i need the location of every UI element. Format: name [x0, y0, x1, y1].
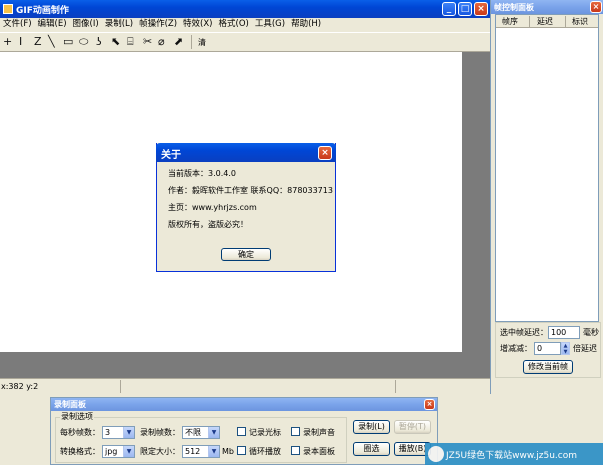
frames-select[interactable]: 不限 ▼ [182, 426, 220, 439]
watermark-logo [428, 446, 444, 462]
record-button[interactable]: 录制(L) [353, 420, 390, 434]
column-frame-index[interactable]: 帧序 [502, 16, 518, 27]
frames-label: 录制帧数： [140, 428, 180, 437]
frame-panel: 帧控制面板 × 帧序 延迟 标识 选中帧延迟： 100 毫秒 增减减： 0 ▲ ▼… [490, 0, 603, 394]
fps-select[interactable]: 3 ▼ [102, 426, 135, 439]
chevron-down-icon: ▼ [208, 446, 219, 457]
freehand-tool-icon[interactable]: Z [34, 35, 42, 49]
step-unit: 倍延迟 [573, 344, 597, 353]
main-title-bar[interactable]: GIF动画制作 _ □ × [0, 0, 490, 18]
ellipse-tool-icon[interactable]: ⬭ [79, 35, 88, 49]
menu-tools[interactable]: 工具(G) [252, 18, 288, 30]
record-panel: 录制面板 × 录制选项 每秒帧数： 3 ▼ 录制帧数： 不限 ▼ 记录光标 录制声音… [50, 397, 438, 465]
format-select[interactable]: jpg ▼ [102, 445, 135, 458]
record-cursor-checkbox[interactable] [237, 427, 246, 436]
column-mark[interactable]: 标识 [572, 16, 588, 27]
record-cursor-label: 记录光标 [249, 428, 281, 437]
polygon-tool-icon[interactable]: ʖ [96, 35, 102, 49]
menu-effects[interactable]: 特效(X) [180, 18, 215, 30]
region-select-button[interactable]: 圈选 [353, 442, 390, 456]
menu-record[interactable]: 录制(L) [102, 18, 136, 30]
menu-file[interactable]: 文件(F) [0, 18, 35, 30]
version-text: 当前版本：3.0.4.0 [168, 169, 236, 178]
column-divider [565, 16, 566, 27]
chevron-down-icon: ▼ [208, 427, 219, 438]
record-panel-title-bar[interactable]: 录制面板 × [51, 398, 437, 411]
frame-panel-title-bar[interactable]: 帧控制面板 × [491, 0, 603, 14]
step-spinner-icon[interactable]: ▲ ▼ [561, 342, 570, 355]
stamp-tool-icon[interactable]: ⌸ [127, 35, 134, 49]
record-this-panel-label: 录本面板 [303, 447, 335, 456]
delay-input[interactable]: 100 [548, 326, 580, 339]
loop-play-checkbox[interactable] [237, 446, 246, 455]
step-input[interactable]: 0 [534, 342, 561, 355]
menu-format[interactable]: 格式(O) [216, 18, 252, 30]
eraser-tool-icon[interactable]: ⌀ [158, 35, 165, 49]
frame-list-header: 帧序 延迟 标识 [496, 15, 598, 28]
rectangle-tool-icon[interactable]: ▭ [63, 35, 73, 49]
watermark: JZ5U绿色下载站www.jz5u.com [425, 443, 603, 465]
app-icon [3, 4, 13, 14]
close-icon[interactable]: × [474, 2, 488, 16]
delay-label: 选中帧延迟： [500, 328, 548, 337]
frame-panel-title: 帧控制面板 [494, 3, 534, 12]
record-panel-title: 录制面板 [54, 400, 86, 409]
pause-button[interactable]: 暂停(T) [394, 420, 431, 434]
size-unit: Mb [222, 447, 234, 456]
about-close-icon[interactable]: × [318, 146, 332, 160]
size-select[interactable]: 512 ▼ [182, 445, 220, 458]
toolbar [0, 32, 490, 52]
column-divider [529, 16, 530, 27]
chevron-down-icon: ▼ [123, 427, 134, 438]
homepage-text: 主页：www.yhrjzs.com [168, 203, 257, 212]
menu-edit[interactable]: 编辑(E) [35, 18, 70, 30]
status-coords: x:382 y:2 [1, 382, 39, 391]
author-text: 作者：毅晖软件工作室 联系QQ：878033713 [168, 186, 333, 195]
copyright-text: 版权所有，盗版必究！ [168, 220, 248, 229]
about-title: 关于 [161, 150, 181, 161]
size-label: 限定大小： [140, 447, 180, 456]
menu-frame[interactable]: 帧操作(Z) [136, 18, 180, 30]
line-tool-icon[interactable]: ╲ [48, 35, 55, 49]
record-this-panel-checkbox[interactable] [291, 446, 300, 455]
text-cursor-tool-icon[interactable]: I [19, 35, 22, 49]
ok-button[interactable]: 确定 [221, 248, 271, 261]
fps-label: 每秒帧数： [60, 428, 100, 437]
window-title: GIF动画制作 [16, 6, 69, 16]
frame-list[interactable]: 帧序 延迟 标识 [495, 14, 599, 322]
menu-image[interactable]: 图像(I) [70, 18, 102, 30]
loop-play-label: 循环播放 [249, 447, 281, 456]
maximize-icon[interactable]: □ [458, 2, 472, 16]
record-panel-close-icon[interactable]: × [424, 399, 435, 410]
about-title-bar[interactable]: 关于 × [156, 143, 336, 162]
status-divider-2 [395, 380, 396, 393]
toolbar-separator [191, 35, 192, 49]
chevron-down-icon: ▼ [123, 446, 134, 457]
record-sound-checkbox[interactable] [291, 427, 300, 436]
column-delay[interactable]: 延迟 [537, 16, 553, 27]
delay-unit: 毫秒 [583, 328, 599, 337]
menu-help[interactable]: 帮助(H) [288, 18, 324, 30]
menu-bar: 文件(F) 编辑(E) 图像(I) 录制(L) 帧操作(Z) 特效(X) 格式(O) 工具(G… [0, 18, 490, 32]
frame-panel-close-icon[interactable]: × [590, 1, 602, 13]
modify-frame-button[interactable]: 修改当前帧 [523, 360, 573, 374]
watermark-text: JZ5U绿色下载站www.jz5u.com [446, 451, 577, 461]
record-sound-label: 录制声音 [303, 428, 335, 437]
status-divider-1 [120, 380, 121, 393]
record-options-label: 录制选项 [60, 412, 94, 422]
cut-tool-icon[interactable]: ✂ [143, 35, 152, 49]
crosshair-tool-icon[interactable]: + [3, 35, 12, 49]
status-bar: x:382 y:2 [0, 378, 490, 394]
arrow-tool-icon[interactable]: ⬉ [111, 35, 120, 49]
step-label: 增减减： [500, 344, 532, 353]
picker-tool-icon[interactable]: ⬈ [174, 35, 183, 49]
minimize-icon[interactable]: _ [442, 2, 456, 16]
format-label: 转换格式： [60, 447, 100, 456]
about-dialog: 关于 × 当前版本：3.0.4.0 作者：毅晖软件工作室 联系QQ：878033… [156, 143, 336, 272]
clear-button[interactable]: 清 [198, 37, 206, 48]
